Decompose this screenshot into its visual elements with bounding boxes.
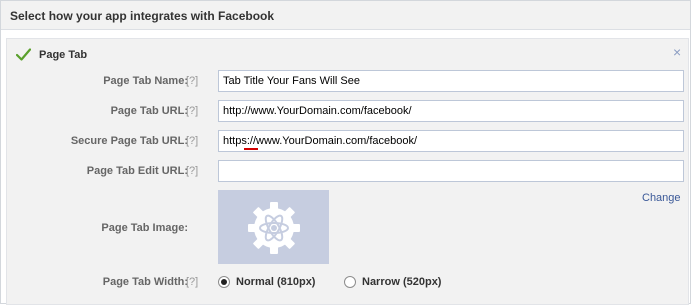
width-normal-label[interactable]: Normal (810px) bbox=[236, 276, 315, 288]
secure-page-tab-url-label: Secure Page Tab URL: bbox=[70, 135, 188, 147]
page-tab-edit-url-label: Page Tab Edit URL: bbox=[86, 165, 188, 177]
page-tab-edit-url-help-link[interactable]: [?] bbox=[186, 165, 198, 177]
page-tab-edit-url-input[interactable] bbox=[218, 160, 684, 182]
width-narrow-radio[interactable] bbox=[344, 276, 356, 288]
page-tab-panel: Page Tab × Page Tab Name: [?] Page Tab U… bbox=[6, 38, 689, 305]
page-tab-name-label: Page Tab Name: bbox=[103, 75, 188, 87]
width-normal-radio[interactable] bbox=[218, 276, 230, 288]
page-tab-url-input[interactable] bbox=[218, 100, 684, 122]
secure-page-tab-url-input[interactable] bbox=[218, 130, 684, 152]
secure-page-tab-url-help-link[interactable]: [?] bbox=[186, 135, 198, 147]
page-tab-name-row: Page Tab Name: [?] bbox=[7, 70, 688, 92]
change-image-link[interactable]: Change bbox=[642, 192, 681, 204]
page-tab-image-placeholder[interactable] bbox=[218, 190, 329, 264]
page-tab-edit-url-row: Page Tab Edit URL: [?] bbox=[7, 160, 688, 182]
page-tab-width-row: Page Tab Width: [?] Normal (810px) Narro… bbox=[7, 271, 688, 293]
panel-title: Page Tab bbox=[39, 49, 88, 61]
section-title: Select how your app integrates with Face… bbox=[10, 9, 275, 23]
integration-section: Select how your app integrates with Face… bbox=[0, 0, 691, 305]
page-tab-url-label: Page Tab URL: bbox=[110, 105, 188, 117]
section-header: Select how your app integrates with Face… bbox=[1, 1, 690, 30]
page-tab-name-input[interactable] bbox=[218, 70, 684, 92]
close-icon[interactable]: × bbox=[673, 45, 681, 59]
page-tab-url-help-link[interactable]: [?] bbox=[186, 105, 198, 117]
page-tab-image-label: Page Tab Image: bbox=[101, 222, 188, 234]
page-tab-url-row: Page Tab URL: [?] bbox=[7, 100, 688, 122]
atom-gear-icon bbox=[248, 202, 300, 254]
page-tab-width-label: Page Tab Width: bbox=[102, 276, 188, 288]
checkmark-icon bbox=[16, 48, 31, 61]
page-tab-width-help-link[interactable]: [?] bbox=[186, 276, 198, 288]
secure-page-tab-url-row: Secure Page Tab URL: [?] bbox=[7, 130, 688, 152]
width-narrow-label[interactable]: Narrow (520px) bbox=[362, 276, 441, 288]
page-tab-name-help-link[interactable]: [?] bbox=[186, 75, 198, 87]
